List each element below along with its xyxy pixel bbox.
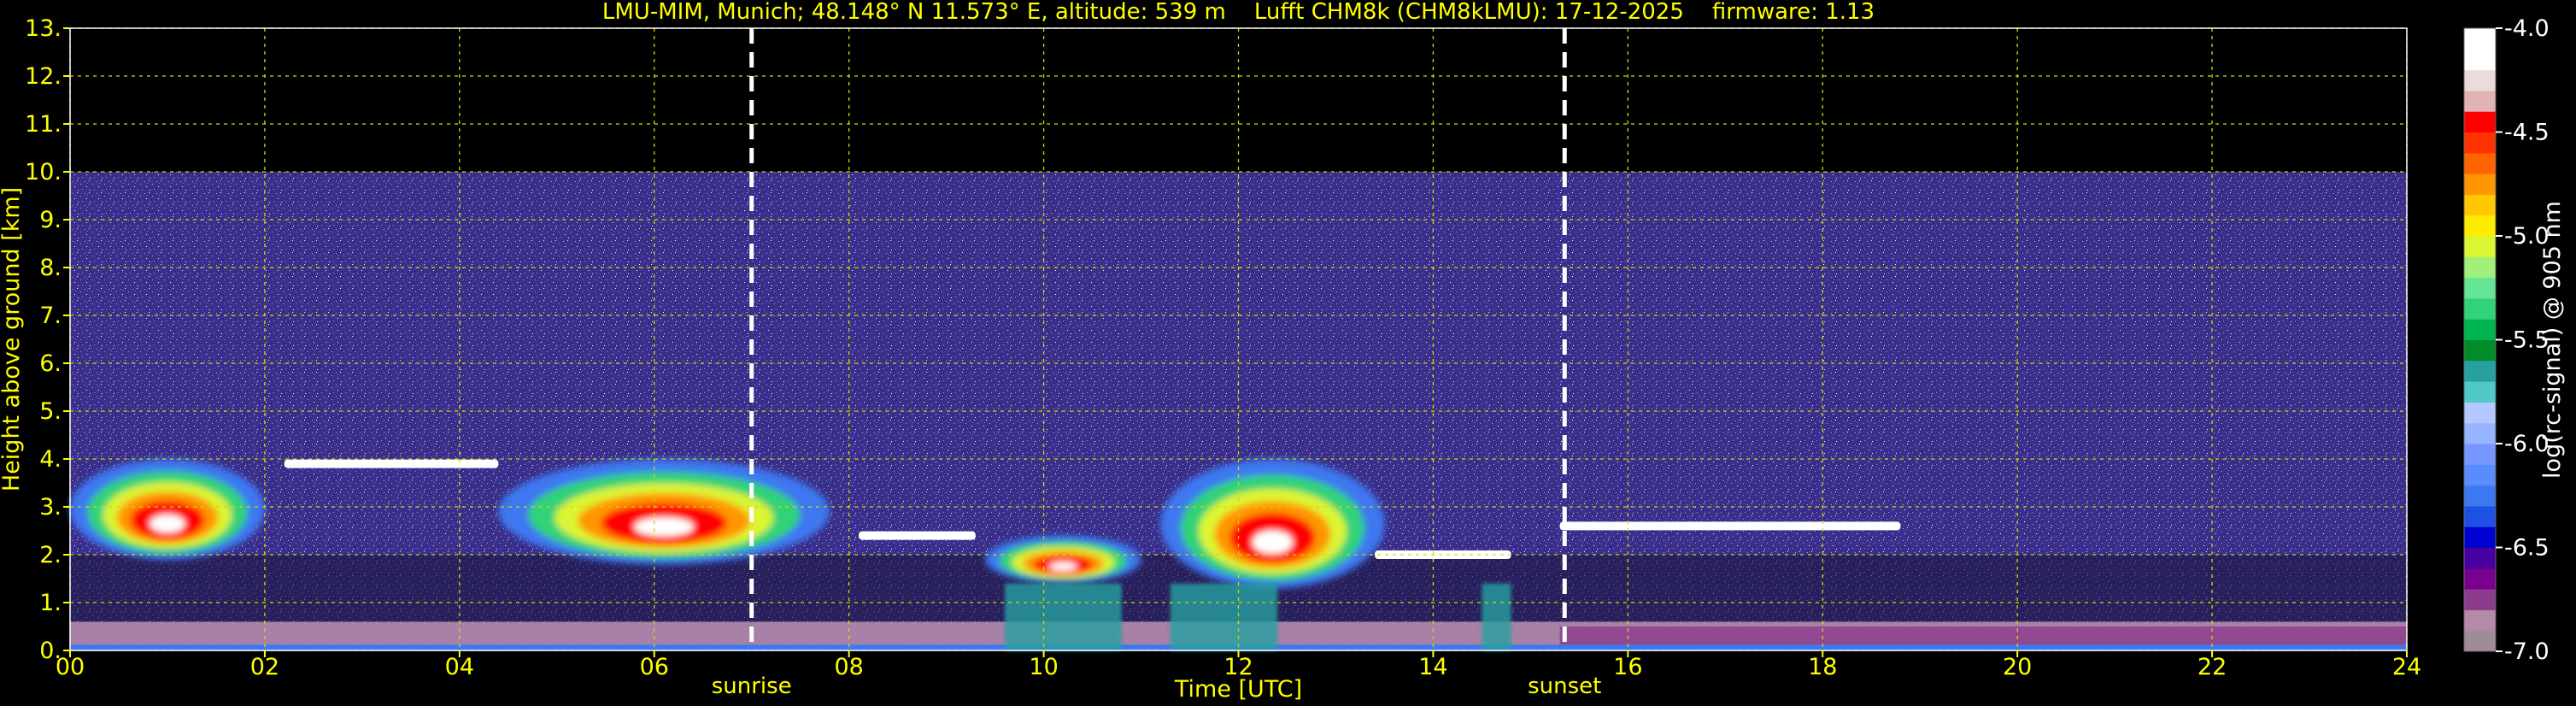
x-axis-label: Time [UTC] xyxy=(1174,676,1302,703)
y-tick-label: 11. xyxy=(25,111,62,138)
y-tick-label: 2. xyxy=(39,542,62,568)
cloud-layer xyxy=(1160,459,1385,589)
precipitation-streak xyxy=(1170,583,1278,650)
x-tick-label: 02 xyxy=(250,654,279,680)
x-tick-label: 16 xyxy=(1613,654,1642,680)
colorbar-swatch xyxy=(2464,589,2496,610)
y-tick-label: 9. xyxy=(39,207,62,233)
thin-cloud-layer xyxy=(284,459,499,468)
sunrise-label: sunrise xyxy=(712,674,792,699)
y-tick-label: 3. xyxy=(39,494,62,521)
colorbar-swatch xyxy=(2464,297,2496,320)
y-tick-label: 10. xyxy=(25,159,62,185)
colorbar-swatch xyxy=(2464,485,2496,507)
colorbar-swatch xyxy=(2464,402,2496,424)
precipitation-streak xyxy=(1005,583,1122,650)
sunset-label: sunset xyxy=(1528,674,1601,699)
colorbar-swatch xyxy=(2464,28,2496,50)
y-tick-label: 8. xyxy=(39,255,62,281)
x-tick-label: 22 xyxy=(2198,654,2227,680)
colorbar-swatch xyxy=(2464,464,2496,486)
colorbar-label: log(rc-signal) @ 905 nm xyxy=(2539,201,2566,479)
y-tick-label: 4. xyxy=(39,446,62,473)
colorbar-swatch xyxy=(2464,90,2496,112)
x-tick-label: 10 xyxy=(1029,654,1058,680)
x-tick-label: 04 xyxy=(445,654,474,680)
x-tick-label: 24 xyxy=(2392,654,2421,680)
colorbar-swatch xyxy=(2464,339,2496,362)
y-tick-label: 7. xyxy=(39,303,62,329)
x-tick-label: 08 xyxy=(834,654,863,680)
colorbar-swatch xyxy=(2464,69,2496,91)
y-tick-label: 6. xyxy=(39,350,62,377)
colorbar-swatch xyxy=(2464,277,2496,299)
colorbar-swatch xyxy=(2464,381,2496,403)
x-tick-label: 14 xyxy=(1418,654,1447,680)
y-tick-label: 13. xyxy=(25,15,62,42)
cloud-layer xyxy=(69,459,265,560)
cloud-layer-band xyxy=(150,515,185,533)
colorbar-swatch xyxy=(2464,194,2496,216)
precipitation-streak xyxy=(1482,583,1511,650)
colorbar-swatch xyxy=(2464,568,2496,590)
x-tick-label: 18 xyxy=(1808,654,1837,680)
cloud-layer-band xyxy=(1048,562,1077,571)
colorbar-swatch xyxy=(2464,132,2496,154)
colorbar-swatch xyxy=(2464,319,2496,340)
y-tick-label: 5. xyxy=(39,398,62,425)
y-tick-label: 1. xyxy=(39,590,62,616)
colorbar-swatch xyxy=(2464,444,2496,465)
thin-cloud-layer xyxy=(1559,521,1901,531)
thin-cloud-layer xyxy=(859,531,976,540)
colorbar-swatch xyxy=(2464,256,2496,279)
cloud-layer-band xyxy=(634,517,695,537)
colorbar-swatch xyxy=(2464,547,2496,569)
colorbar-swatch xyxy=(2464,111,2496,132)
colorbar-tick-label: -4.0 xyxy=(2504,15,2550,42)
colorbar-swatch xyxy=(2464,174,2496,195)
colorbar-swatch xyxy=(2464,527,2496,548)
colorbar-swatch xyxy=(2464,505,2496,527)
ceilometer-plot: sunrise sunset00 02 04 06 08 10 12 14 16 18 20 22 240… xyxy=(0,0,2566,703)
x-tick-label: 06 xyxy=(640,654,669,680)
colorbar-tick-label: -6.5 xyxy=(2504,535,2550,562)
cloud-layer xyxy=(985,535,1141,584)
colorbar-swatch xyxy=(2464,49,2496,71)
colorbar-swatch xyxy=(2464,152,2496,174)
y-tick-label: 12. xyxy=(25,63,62,90)
colorbar-swatch xyxy=(2464,215,2496,237)
colorbar-swatch xyxy=(2464,360,2496,382)
y-axis-label: Height above ground [km] xyxy=(0,187,25,491)
y-tick-label: 0. xyxy=(39,638,62,664)
colorbar-tick-label: -7.0 xyxy=(2504,638,2550,665)
colorbar-tick-label: -4.5 xyxy=(2504,120,2550,146)
colorbar-swatch xyxy=(2464,630,2496,652)
x-tick-label: 20 xyxy=(2003,654,2032,680)
colorbar-swatch xyxy=(2464,609,2496,632)
colorbar-swatch xyxy=(2464,236,2496,257)
colorbar-swatch xyxy=(2464,422,2496,444)
chart-title: LMU-MIM, Munich; 48.148° N 11.573° E, al… xyxy=(602,0,1875,25)
cloud-layer-band xyxy=(1252,530,1293,554)
cloud-layer xyxy=(498,459,830,565)
